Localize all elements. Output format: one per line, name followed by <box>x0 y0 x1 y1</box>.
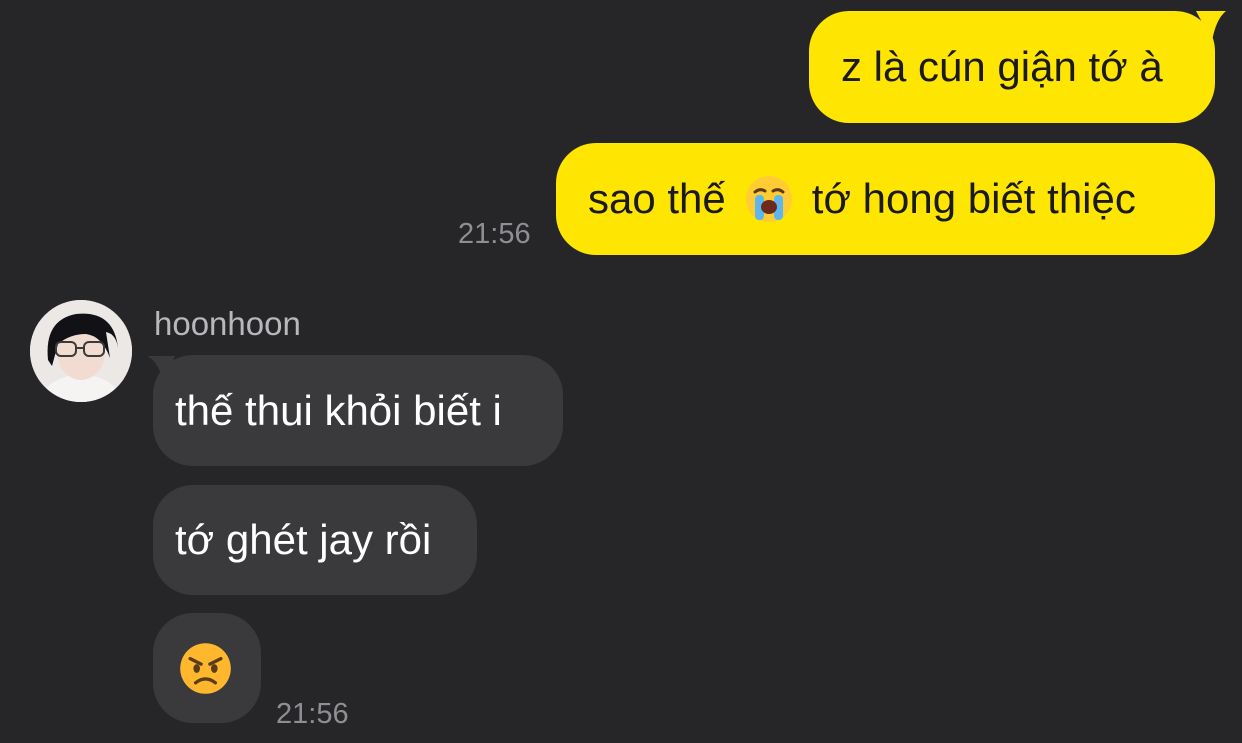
message-text: z là cún giận tớ à <box>841 43 1163 90</box>
incoming-message-bubble[interactable]: thế thui khỏi biết i <box>153 355 563 466</box>
message-text: tớ ghét jay rồi <box>175 516 432 563</box>
outgoing-message-bubble[interactable]: sao thế tớ hong biết thiệc <box>556 143 1215 255</box>
sender-name: hoonhoon <box>154 305 301 342</box>
message-text-before-emoji: sao thế <box>588 175 726 222</box>
profile-photo <box>30 300 132 402</box>
message-text: thế thui khỏi biết i <box>175 386 502 434</box>
message-timestamp: 21:56 <box>458 218 531 250</box>
outgoing-message-bubble[interactable]: z là cún giận tớ à <box>809 11 1215 123</box>
avatar[interactable] <box>30 300 132 402</box>
message-timestamp: 21:56 <box>276 698 349 730</box>
message-text-after-emoji: tớ hong biết thiệc <box>811 175 1136 222</box>
angry-face-icon <box>180 642 231 694</box>
incoming-emoji-bubble[interactable] <box>153 613 261 723</box>
loudly-crying-face-icon <box>745 176 792 222</box>
incoming-message-bubble[interactable]: tớ ghét jay rồi <box>153 485 477 595</box>
bubble-tail <box>1196 11 1226 41</box>
